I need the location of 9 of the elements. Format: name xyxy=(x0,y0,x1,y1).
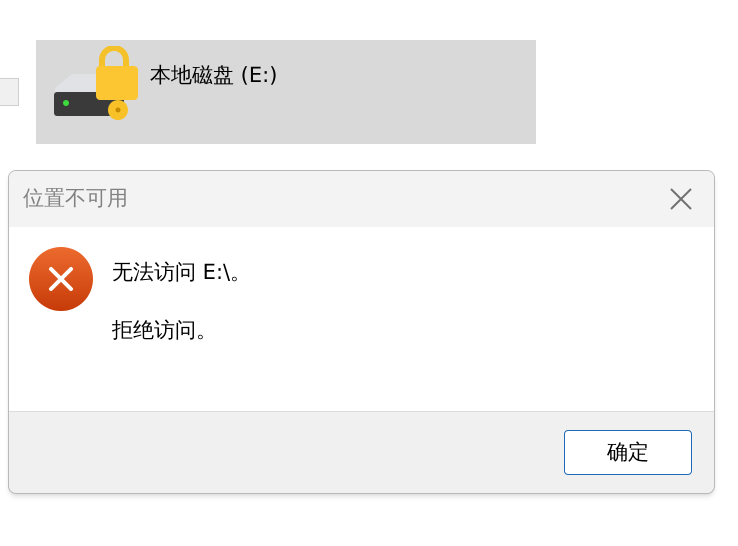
ok-button[interactable]: 确定 xyxy=(564,430,692,475)
item-tile-edge xyxy=(0,78,19,106)
drive-label: 本地磁盘 (E:) xyxy=(150,62,278,89)
close-icon[interactable] xyxy=(670,188,692,210)
error-icon xyxy=(28,246,94,312)
message-text: 拒绝访问。 xyxy=(112,316,218,344)
drive-tile[interactable]: 本地磁盘 (E:) xyxy=(36,40,536,144)
message-text: 无法访问 E:\。 xyxy=(112,259,252,286)
dialog-title: 位置不可用 xyxy=(23,185,128,212)
